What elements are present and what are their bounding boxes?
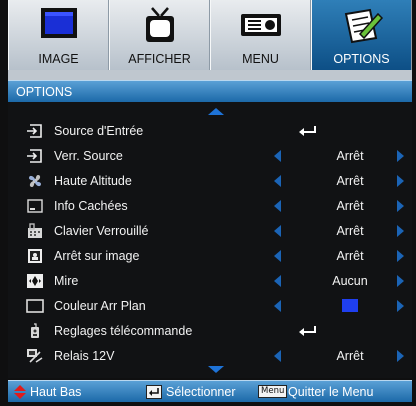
scroll-up-arrow-icon[interactable] <box>208 108 224 115</box>
tab-afficher[interactable]: AFFICHER <box>109 0 210 70</box>
list-item-relais-12v[interactable]: Relais 12V Arrêt <box>8 344 412 368</box>
projector-icon <box>240 14 281 36</box>
right-arrow-icon[interactable] <box>397 300 404 312</box>
list-item-label: Verr. Source <box>54 149 123 163</box>
remote-icon <box>31 323 39 338</box>
test-pattern-icon <box>27 274 43 288</box>
left-arrow-icon[interactable] <box>274 225 281 237</box>
tab-bar: IMAGE AFFICHER MENU OPTIONS <box>8 0 412 70</box>
right-arrow-icon[interactable] <box>397 200 404 212</box>
list-item-label: Info Cachées <box>54 199 128 213</box>
tab-image[interactable]: IMAGE <box>8 0 109 70</box>
tab-options[interactable]: OPTIONS <box>311 0 412 70</box>
list-item-label: Haute Altitude <box>54 174 132 188</box>
right-arrow-icon[interactable] <box>397 250 404 262</box>
list-item-clavier-verrouille[interactable]: Clavier Verrouillé Arrêt <box>8 219 412 243</box>
list-item-label: Source d'Entrée <box>54 124 144 138</box>
left-arrow-icon[interactable] <box>274 250 281 262</box>
footer-select-text: Sélectionner <box>166 385 236 399</box>
list-item-label: Arrêt sur image <box>54 249 140 263</box>
left-arrow-icon[interactable] <box>274 300 281 312</box>
right-arrow-icon[interactable] <box>397 275 404 287</box>
footer-exit-text: Quitter le Menu <box>288 385 374 399</box>
list-item-reglages-telecommande[interactable]: Reglages télécommande <box>8 319 412 343</box>
list-item-value: Arrêt <box>336 249 364 263</box>
tab-menu-label: MENU <box>242 52 279 66</box>
footer-help-bar: Haut Bas Sélectionner Menu Quitter le Me… <box>8 380 412 402</box>
hidden-info-icon <box>27 199 43 213</box>
left-arrow-icon[interactable] <box>274 175 281 187</box>
list-item-label: Clavier Verrouillé <box>54 224 149 238</box>
list-item-couleur-arr-plan[interactable]: Couleur Arr Plan <box>8 294 412 318</box>
options-list: Source d'Entrée Verr. Source Arrêt Haute… <box>8 102 412 378</box>
notepad-pencil-icon <box>344 8 383 44</box>
color-swatch <box>342 299 358 312</box>
left-arrow-icon[interactable] <box>274 350 281 362</box>
fan-icon <box>29 175 41 187</box>
tab-options-label: OPTIONS <box>333 52 390 66</box>
list-item-value: Aucun <box>332 274 368 288</box>
list-item-haute-altitude[interactable]: Haute Altitude Arrêt <box>8 169 412 193</box>
title-spacer <box>8 70 412 80</box>
right-arrow-icon[interactable] <box>397 175 404 187</box>
footer-nav-text: Haut Bas <box>30 385 82 399</box>
tv-icon <box>145 7 174 42</box>
input-source-icon <box>27 124 42 138</box>
tab-image-label: IMAGE <box>38 52 79 66</box>
right-arrow-icon[interactable] <box>397 350 404 362</box>
list-item-value: Arrêt <box>336 199 364 213</box>
list-item-arret-sur-image[interactable]: Arrêt sur image Arrêt <box>8 244 412 268</box>
background-color-icon <box>26 299 44 313</box>
list-item-verr-source[interactable]: Verr. Source Arrêt <box>8 144 412 168</box>
page-title-bar: OPTIONS <box>8 80 412 102</box>
page-title: OPTIONS <box>16 85 73 99</box>
left-arrow-icon[interactable] <box>274 275 281 287</box>
up-down-arrows-icon <box>14 385 26 399</box>
input-source-icon <box>27 149 42 163</box>
left-arrow-icon[interactable] <box>274 200 281 212</box>
relay-12v-icon <box>27 349 43 363</box>
monitor-icon <box>40 8 77 38</box>
list-item-label: Reglages télécommande <box>54 324 193 338</box>
enter-icon <box>299 326 316 336</box>
list-item-label: Mire <box>54 274 79 288</box>
keypad-lock-icon <box>28 223 42 238</box>
left-arrow-icon[interactable] <box>274 150 281 162</box>
list-item-value: Arrêt <box>336 224 364 238</box>
list-item-mire[interactable]: Mire Aucun <box>8 269 412 293</box>
list-item-value: Arrêt <box>336 174 364 188</box>
right-arrow-icon[interactable] <box>397 225 404 237</box>
list-item-source-entree[interactable]: Source d'Entrée <box>8 119 412 143</box>
scroll-down-arrow-icon[interactable] <box>208 366 224 373</box>
list-item-value: Arrêt <box>336 349 364 363</box>
list-item-label: Relais 12V <box>54 349 115 363</box>
tab-menu[interactable]: MENU <box>210 0 311 70</box>
list-item-label: Couleur Arr Plan <box>54 299 146 313</box>
osd-menu: IMAGE AFFICHER MENU OPTIONS OPTIONS Sour… <box>0 0 416 406</box>
enter-key-icon <box>146 385 162 399</box>
list-item-info-cachees[interactable]: Info Cachées Arrêt <box>8 194 412 218</box>
list-item-value: Arrêt <box>336 149 364 163</box>
enter-icon <box>299 126 316 136</box>
right-arrow-icon[interactable] <box>397 150 404 162</box>
tab-afficher-label: AFFICHER <box>128 52 191 66</box>
freeze-icon <box>28 249 42 263</box>
menu-key-icon: Menu <box>258 385 288 398</box>
